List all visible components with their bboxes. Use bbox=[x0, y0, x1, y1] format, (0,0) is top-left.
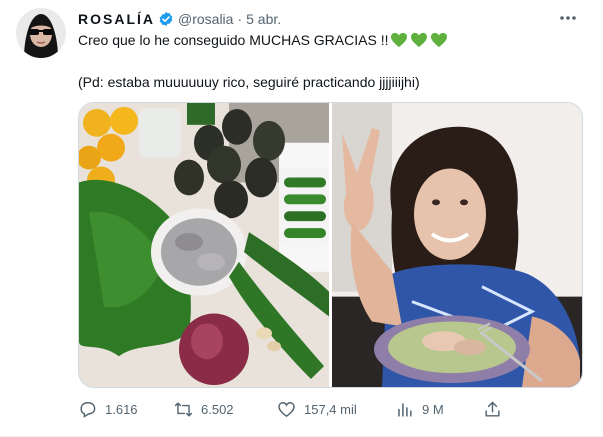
media-grid bbox=[78, 102, 583, 388]
views-icon bbox=[398, 402, 412, 417]
green-heart-icon bbox=[431, 32, 448, 48]
tweet-text-line-1: Creo que lo he conseguido MUCHAS GRACIAS… bbox=[78, 32, 389, 48]
tweet-header: ROSALÍA @rosalia · 5 abr. bbox=[78, 10, 281, 28]
views-count: 9 M bbox=[422, 401, 444, 417]
tweet-date[interactable]: 5 abr. bbox=[246, 11, 281, 27]
green-heart-icon bbox=[391, 32, 408, 48]
verified-icon bbox=[159, 12, 173, 26]
reply-icon bbox=[80, 401, 96, 418]
photo-portrait[interactable] bbox=[332, 103, 582, 387]
retweet-button[interactable]: 6.502 bbox=[174, 398, 234, 420]
tweet[interactable]: ROSALÍA @rosalia · 5 abr. Creo que lo he… bbox=[0, 0, 603, 437]
date-separator: · bbox=[237, 11, 243, 27]
share-icon bbox=[485, 401, 500, 417]
retweet-count: 6.502 bbox=[201, 401, 234, 417]
photo-ingredients[interactable] bbox=[79, 103, 329, 387]
like-count: 157,4 mil bbox=[304, 401, 357, 417]
retweet-icon bbox=[174, 401, 193, 417]
tweet-text: Creo que lo he conseguido MUCHAS GRACIAS… bbox=[78, 31, 578, 91]
avatar[interactable] bbox=[16, 8, 66, 58]
reply-button[interactable]: 1.616 bbox=[78, 398, 138, 420]
tweet-text-line-2: (Pd: estaba muuuuuuy rico, seguiré pract… bbox=[78, 74, 420, 90]
like-button[interactable]: 157,4 mil bbox=[277, 398, 357, 420]
green-heart-icon bbox=[411, 32, 428, 48]
views-button[interactable]: 9 M bbox=[395, 398, 444, 420]
tweet-actions: 1.616 6.502 157,4 mil 9 M bbox=[78, 398, 508, 420]
like-icon bbox=[278, 401, 295, 417]
display-name[interactable]: ROSALÍA bbox=[78, 11, 155, 27]
more-icon[interactable] bbox=[557, 9, 579, 27]
share-button[interactable] bbox=[483, 398, 510, 420]
reply-count: 1.616 bbox=[105, 401, 138, 417]
handle[interactable]: @rosalia bbox=[178, 11, 233, 27]
